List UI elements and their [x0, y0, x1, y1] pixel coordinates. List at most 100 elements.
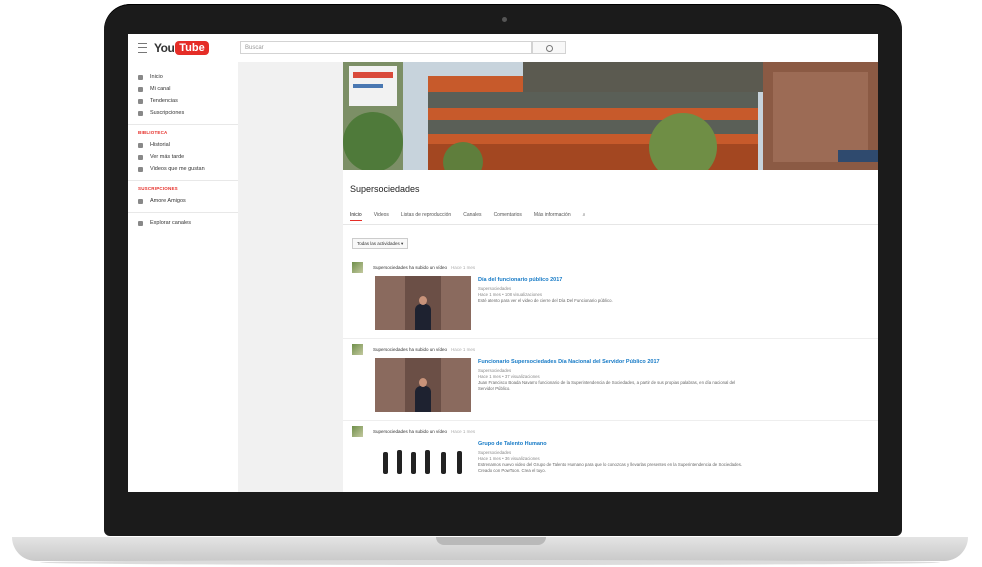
top-bar: You Tube Buscar: [128, 34, 878, 63]
person-head: [419, 378, 427, 387]
sidebar-divider: [128, 180, 238, 181]
channel-avatar-icon: [138, 198, 143, 204]
sidebar-item-label: Inicio: [150, 74, 163, 80]
video-thumbnail[interactable]: [375, 440, 471, 492]
bookshelf: [441, 276, 471, 330]
search-icon: [546, 45, 553, 52]
sidebar-item-watch-later[interactable]: Ver más tarde: [138, 152, 184, 162]
feed-item-header-text: Supersociedades ha subido un vídeo: [373, 265, 448, 270]
laptop-shadow: [40, 560, 940, 565]
silhouette-figure: [411, 452, 416, 474]
search-input[interactable]: Buscar: [240, 41, 532, 54]
search-button[interactable]: [532, 41, 566, 54]
sidebar-item-label: Tendencias: [150, 98, 178, 104]
video-channel[interactable]: Supersociedades: [478, 286, 511, 291]
feed-item: Supersociedades ha subido un vídeo Hace 1…: [343, 426, 878, 492]
tab-playlists[interactable]: Listas de reproducción: [401, 212, 451, 221]
tab-channels[interactable]: Canales: [463, 212, 481, 221]
laptop-notch: [436, 537, 546, 545]
person-head: [419, 296, 427, 305]
video-channel[interactable]: Supersociedades: [478, 450, 511, 455]
video-meta: Hace 1 mes • 36 visualizaciones: [478, 456, 540, 461]
clock-icon: [138, 154, 143, 160]
video-meta: Hace 1 mes • 108 visualizaciones: [478, 292, 543, 297]
sidebar-item-label: Historial: [150, 142, 170, 148]
video-thumbnail[interactable]: [375, 358, 471, 412]
feed-item-header-text: Supersociedades ha subido un vídeo: [373, 347, 448, 352]
thumbs-up-icon: [138, 166, 143, 172]
screen: You Tube Buscar Inicio Mi canal Tendenci…: [128, 34, 878, 492]
tab-about[interactable]: Más información: [534, 212, 571, 221]
sidebar-item-label: Ver más tarde: [150, 154, 185, 160]
plus-icon: [138, 220, 143, 226]
sidebar-item-label: Videos que me gustan: [150, 166, 205, 172]
feed-item: Supersociedades ha subido un vídeo Hace 1…: [343, 344, 878, 426]
trending-icon: [138, 98, 143, 104]
video-title-link[interactable]: Día del funcionario público 2017: [478, 277, 562, 283]
sidebar-item-liked[interactable]: Videos que me gustan: [138, 164, 205, 174]
channel-tabs: Inicio Videos Listas de reproducción Can…: [350, 212, 585, 221]
person-figure: [415, 304, 431, 330]
channel-avatar[interactable]: [352, 262, 363, 273]
feed-item-header-text: Supersociedades ha subido un vídeo: [373, 429, 448, 434]
silhouette-figure: [383, 452, 388, 474]
channel-avatar[interactable]: [352, 426, 363, 437]
subscriptions-icon: [138, 110, 143, 116]
channel-avatar[interactable]: [352, 344, 363, 355]
sidebar-item-label: Mi canal: [150, 86, 171, 92]
video-meta: Hace 1 mes • 37 visualizaciones: [478, 374, 540, 379]
tab-comments[interactable]: Comentarios: [494, 212, 522, 221]
feed-divider: [343, 420, 878, 421]
sidebar-item-trending[interactable]: Tendencias: [138, 96, 178, 106]
sidebar-item-subscription[interactable]: Amore Amigos: [138, 196, 186, 206]
tabs-divider: [343, 224, 878, 225]
subscriptions-header: SUSCRIPCIONES: [138, 186, 178, 191]
channel-banner: [343, 62, 878, 170]
person-figure: [415, 386, 431, 412]
sidebar-item-label: Explorar canales: [150, 220, 191, 226]
channel-title: Supersociedades: [350, 184, 420, 194]
feed-item-header: Supersociedades ha subido un vídeo Hace 1…: [373, 429, 475, 434]
feed-item: Supersociedades ha subido un vídeo Hace 1…: [343, 262, 878, 344]
feed-item-time: Hace 1 mes: [451, 347, 476, 352]
channel-page: Supersociedades Inicio Videos Listas de …: [343, 62, 878, 492]
tab-videos[interactable]: Videos: [374, 212, 389, 221]
sidebar-item-my-channel[interactable]: Mi canal: [138, 84, 170, 94]
activity-filter-dropdown[interactable]: Todas las actividades ▾: [352, 238, 409, 249]
feed-divider: [343, 338, 878, 339]
sidebar-item-history[interactable]: Historial: [138, 140, 170, 150]
video-title-link[interactable]: Grupo de Talento Humano: [478, 441, 547, 447]
search-icon[interactable]: ⌕: [583, 212, 586, 221]
page-gutter: [238, 62, 343, 492]
sidebar-item-subscriptions[interactable]: Suscripciones: [138, 108, 184, 118]
video-channel[interactable]: Supersociedades: [478, 368, 511, 373]
silhouette-figure: [425, 450, 430, 474]
sidebar-divider: [128, 124, 238, 125]
feed-item-header: Supersociedades ha subido un vídeo Hace 1…: [373, 265, 475, 270]
bookshelf: [441, 358, 471, 412]
silhouette-figure: [457, 451, 462, 474]
sidebar-item-browse-channels[interactable]: Explorar canales: [138, 218, 191, 228]
sidebar-item-label: Amore Amigos: [150, 198, 186, 204]
tab-home[interactable]: Inicio: [350, 212, 362, 221]
silhouette-figure: [441, 452, 446, 474]
video-description: Juan Francisco Boada Navarro funcionario…: [478, 380, 736, 391]
bookshelf: [375, 358, 405, 412]
banner-image: [343, 62, 878, 170]
feed-item-header: Supersociedades ha subido un vídeo Hace 1…: [373, 347, 475, 352]
video-description: Esté atento para ver el video de cierre …: [478, 298, 613, 303]
youtube-logo[interactable]: You Tube: [154, 40, 209, 56]
channel-icon: [138, 86, 143, 92]
video-thumbnail[interactable]: [375, 276, 471, 330]
video-description: Estrenamos nuevo video del Grupo de Tale…: [478, 462, 743, 473]
sidebar-divider: [128, 212, 238, 213]
hamburger-menu-icon[interactable]: [138, 43, 147, 53]
feed-item-time: Hace 1 mes: [451, 265, 476, 270]
sidebar-item-home[interactable]: Inicio: [138, 72, 163, 82]
bookshelf: [375, 276, 405, 330]
webcam-icon: [502, 17, 507, 22]
history-icon: [138, 142, 143, 148]
silhouette-figure: [397, 450, 402, 474]
video-title-link[interactable]: Funcionario Supersociedades Día Nacional…: [478, 359, 660, 365]
library-header: BIBLIOTECA: [138, 130, 168, 135]
